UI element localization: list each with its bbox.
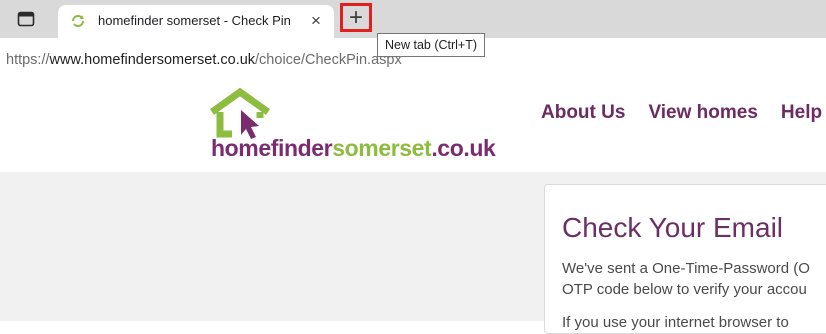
url-scheme: https://	[6, 52, 50, 68]
close-tab-icon[interactable]: ×	[306, 11, 326, 31]
url-host: www.homefindersomerset.co.uk	[49, 52, 256, 68]
tab-actions-button[interactable]	[8, 6, 44, 32]
card-body: We've sent a One-Time-Password (O OTP co…	[562, 258, 826, 300]
new-tab-tooltip: New tab (Ctrl+T)	[377, 33, 486, 57]
tab-actions-icon	[17, 11, 35, 27]
site-logo-text[interactable]: homefindersomerset.co.uk	[211, 135, 496, 162]
url-text[interactable]: https://www.homefindersomerset.co.uk/cho…	[6, 52, 402, 68]
browser-tab[interactable]: homefinder somerset - Check Pin ×	[58, 5, 334, 38]
house-logo-icon[interactable]	[206, 88, 274, 140]
site-nav: About Us View homes Help	[541, 102, 822, 124]
card-line-1: We've sent a One-Time-Password (O	[562, 260, 810, 277]
nav-help[interactable]: Help	[781, 102, 822, 124]
tab-title: homefinder somerset - Check Pin	[98, 13, 291, 28]
card-title: Check Your Email	[562, 212, 784, 243]
logo-part-domain: .co.uk	[431, 135, 496, 161]
reload-favicon-icon	[72, 15, 84, 27]
logo-part-homefinder: homefinder	[211, 135, 333, 161]
nav-about-us[interactable]: About Us	[541, 102, 625, 124]
card-line-3: If you use your internet browser to	[562, 314, 789, 331]
new-tab-button[interactable]: +	[340, 3, 372, 32]
logo-part-somerset: somerset	[332, 135, 432, 161]
card-line-2: OTP code below to verify your accou	[562, 281, 807, 298]
nav-view-homes[interactable]: View homes	[648, 102, 757, 124]
